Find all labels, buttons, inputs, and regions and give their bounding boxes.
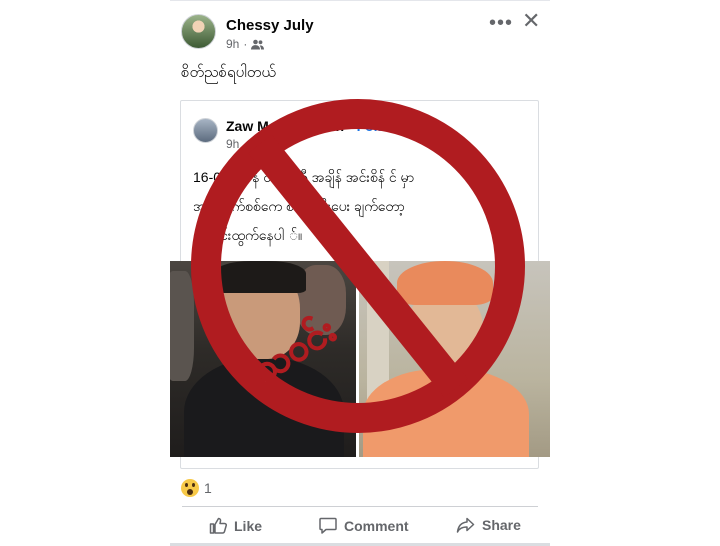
author-name[interactable]: Chessy July: [226, 17, 314, 34]
post-time[interactable]: 9h: [226, 37, 239, 51]
reaction-count: 1: [204, 480, 212, 496]
like-button[interactable]: Like: [209, 517, 262, 534]
friends-icon: [251, 39, 265, 50]
shared-author-name-suffix[interactable]: win: [321, 118, 344, 134]
author-avatar[interactable]: [181, 14, 216, 49]
shared-author-name[interactable]: Zaw M: [226, 118, 269, 134]
comment-icon: [319, 517, 337, 534]
shared-text-line: 16-0 022 နံ င် ၄ နာရီ အချိန် အင်းစိန် င်…: [193, 169, 415, 185]
wow-reaction-icon: [181, 479, 199, 497]
comment-button[interactable]: Comment: [319, 517, 409, 534]
more-options-icon[interactable]: •••: [489, 12, 513, 35]
photo-right-person: [359, 261, 550, 457]
comment-label: Comment: [344, 517, 409, 534]
post-card: Chessy July 9h · ••• ✕ စိတ်ညစ်ရပါတယ် Zaw…: [170, 0, 550, 546]
shared-author-line: Zaw M win · Follow: [226, 118, 401, 134]
photo-left-person: [170, 261, 356, 457]
close-icon[interactable]: ✕: [522, 10, 540, 32]
share-icon: [456, 517, 475, 533]
post-meta: 9h ·: [226, 37, 265, 51]
follow-button[interactable]: Follow: [357, 118, 401, 134]
like-icon: [209, 517, 227, 534]
shared-post-time[interactable]: 9h: [226, 137, 239, 151]
card-top-divider: [170, 0, 550, 1]
shared-author-avatar[interactable]: [193, 118, 218, 143]
share-button[interactable]: Share: [456, 517, 521, 533]
share-label: Share: [482, 517, 521, 533]
reaction-summary[interactable]: 1: [181, 479, 212, 497]
post-text: စိတ်ညစ်ရပါတယ်: [181, 64, 276, 81]
shared-text-line: အ းဖက်စစ်ကေ စီက ကြိုးပေး ချက်တော့: [193, 198, 405, 214]
shared-post-text: 16-0 022 နံ င် ၄ နာရီ အချိန် အင်းစိန် င်…: [193, 163, 529, 250]
actions-divider: [182, 506, 538, 507]
separator-dot: ·: [348, 118, 353, 134]
like-label: Like: [234, 517, 263, 534]
shared-text-line: သတင်းထွက်နေပါ ်။: [193, 227, 303, 243]
post-photo[interactable]: [170, 261, 550, 457]
